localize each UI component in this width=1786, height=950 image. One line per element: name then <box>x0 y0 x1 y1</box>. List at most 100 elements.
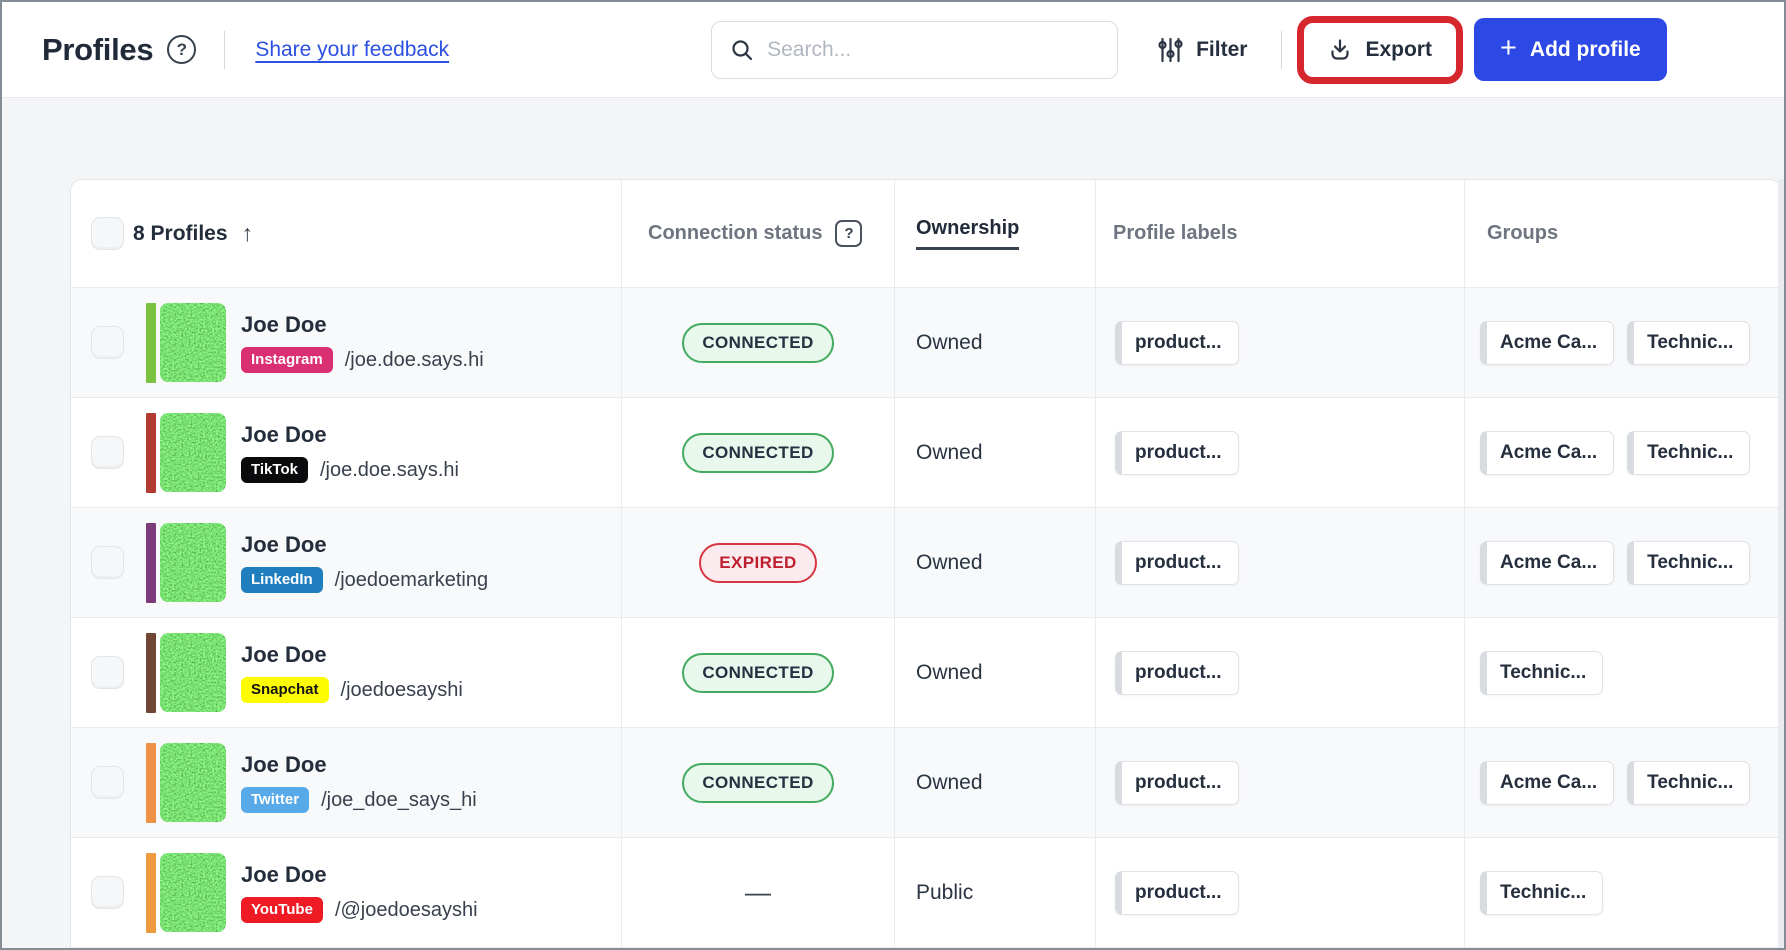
table-row: Joe Doe LinkedIn /joedoemarketing EXPIRE… <box>71 508 1781 618</box>
group-chip[interactable]: Acme Ca... <box>1480 321 1614 365</box>
screenshot-frame: Profiles ? Share your feedback Filter <box>0 0 1786 950</box>
help-icon[interactable]: ? <box>167 35 196 64</box>
groups-cell: Technic... <box>1465 838 1781 947</box>
connection-status-help-icon[interactable]: ? <box>835 220 862 247</box>
profile-avatar[interactable] <box>160 413 226 492</box>
group-chip[interactable]: Acme Ca... <box>1480 541 1614 585</box>
scrollbar-track[interactable] <box>1778 179 1784 950</box>
ownership-value: Owned <box>916 771 983 795</box>
ownership-value: Owned <box>916 551 983 575</box>
column-groups[interactable]: Groups <box>1487 222 1558 245</box>
profile-name[interactable]: Joe Doe <box>241 422 459 448</box>
profile-avatar[interactable] <box>160 743 226 822</box>
groups-cell: Acme Ca... Technic... <box>1465 508 1781 617</box>
table-row: Joe Doe Twitter /joe_doe_says_hi CONNECT… <box>71 728 1781 838</box>
column-profile-labels[interactable]: Profile labels <box>1113 222 1238 245</box>
profile-name[interactable]: Joe Doe <box>241 752 477 778</box>
groups-cell: Acme Ca... Technic... <box>1465 728 1781 837</box>
column-connection-status[interactable]: Connection status <box>648 222 822 245</box>
network-badge: Snapchat <box>241 677 329 704</box>
profile-color-bar <box>146 633 156 713</box>
group-chip[interactable]: Technic... <box>1627 431 1750 475</box>
labels-cell: product... <box>1096 838 1465 947</box>
search-icon <box>730 38 754 62</box>
profile-name[interactable]: Joe Doe <box>241 642 463 668</box>
download-icon <box>1328 38 1352 62</box>
column-ownership[interactable]: Ownership <box>916 217 1019 250</box>
page-header: Profiles ? Share your feedback Filter <box>2 2 1784 98</box>
export-button[interactable]: Export <box>1306 25 1454 75</box>
add-profile-button[interactable]: + Add profile <box>1474 18 1667 81</box>
search-input[interactable] <box>767 38 1099 62</box>
profile-handle: /joedoesayshi <box>341 679 463 702</box>
group-chip[interactable]: Technic... <box>1480 651 1603 695</box>
profile-label-chip[interactable]: product... <box>1115 761 1239 805</box>
ownership-value: Public <box>916 881 973 905</box>
content-area: 8 Profiles ↑ Connection status ? Ownersh… <box>2 98 1784 950</box>
profiles-table: 8 Profiles ↑ Connection status ? Ownersh… <box>70 179 1782 950</box>
profile-name[interactable]: Joe Doe <box>241 862 478 888</box>
sort-ascending-icon[interactable]: ↑ <box>242 220 254 247</box>
table-row: Joe Doe Instagram /joe.doe.says.hi CONNE… <box>71 288 1781 398</box>
network-badge: Instagram <box>241 347 333 374</box>
header-divider <box>1281 31 1282 69</box>
select-all-checkbox[interactable] <box>91 217 124 250</box>
connection-status-badge: EXPIRED <box>699 543 816 583</box>
group-chip[interactable]: Technic... <box>1627 321 1750 365</box>
share-feedback-link[interactable]: Share your feedback <box>255 38 449 62</box>
groups-cell: Technic... <box>1465 618 1781 727</box>
profiles-count[interactable]: 8 Profiles <box>133 222 228 246</box>
group-chip[interactable]: Technic... <box>1480 871 1603 915</box>
group-chip[interactable]: Acme Ca... <box>1480 431 1614 475</box>
connection-status-badge: CONNECTED <box>682 433 833 473</box>
row-checkbox[interactable] <box>91 876 124 909</box>
group-chip[interactable]: Technic... <box>1627 761 1750 805</box>
profile-label-chip[interactable]: product... <box>1115 651 1239 695</box>
table-body: Joe Doe Instagram /joe.doe.says.hi CONNE… <box>71 288 1781 948</box>
row-checkbox[interactable] <box>91 546 124 579</box>
filter-button[interactable]: Filter <box>1158 37 1247 63</box>
profile-label-chip[interactable]: product... <box>1115 321 1239 365</box>
profile-handle: /joedoemarketing <box>335 569 488 592</box>
connection-status-badge: CONNECTED <box>682 323 833 363</box>
row-checkbox[interactable] <box>91 656 124 689</box>
table-header-row: 8 Profiles ↑ Connection status ? Ownersh… <box>71 180 1781 288</box>
network-badge: Twitter <box>241 787 309 814</box>
profile-color-bar <box>146 523 156 603</box>
filter-icon <box>1158 37 1183 63</box>
profile-avatar[interactable] <box>160 523 226 602</box>
group-chip[interactable]: Acme Ca... <box>1480 761 1614 805</box>
profile-label-chip[interactable]: product... <box>1115 431 1239 475</box>
profile-name[interactable]: Joe Doe <box>241 532 488 558</box>
connection-status-badge: CONNECTED <box>682 653 833 693</box>
row-checkbox[interactable] <box>91 326 124 359</box>
plus-icon: + <box>1500 34 1517 63</box>
ownership-value: Owned <box>916 331 983 355</box>
profile-name[interactable]: Joe Doe <box>241 312 484 338</box>
table-row: Joe Doe Snapchat /joedoesayshi CONNECTED… <box>71 618 1781 728</box>
labels-cell: product... <box>1096 508 1465 617</box>
profile-handle: /joe_doe_says_hi <box>321 789 477 812</box>
row-checkbox[interactable] <box>91 766 124 799</box>
profile-handle: /joe.doe.says.hi <box>345 349 484 372</box>
profile-color-bar <box>146 853 156 933</box>
profile-avatar[interactable] <box>160 633 226 712</box>
profile-avatar[interactable] <box>160 853 226 932</box>
profile-handle: /@joedoesayshi <box>335 899 478 922</box>
profile-avatar[interactable] <box>160 303 226 382</box>
group-chip[interactable]: Technic... <box>1627 541 1750 585</box>
table-row: Joe Doe YouTube /@joedoesayshi — Public … <box>71 838 1781 948</box>
ownership-value: Owned <box>916 441 983 465</box>
search-box[interactable] <box>711 21 1118 79</box>
export-highlight-annotation: Export <box>1297 16 1463 84</box>
labels-cell: product... <box>1096 618 1465 727</box>
groups-cell: Acme Ca... Technic... <box>1465 288 1781 397</box>
row-checkbox[interactable] <box>91 436 124 469</box>
export-label: Export <box>1365 38 1432 62</box>
profile-label-chip[interactable]: product... <box>1115 871 1239 915</box>
profile-handle: /joe.doe.says.hi <box>320 459 459 482</box>
network-badge: YouTube <box>241 897 323 924</box>
add-profile-label: Add profile <box>1530 38 1641 62</box>
profile-label-chip[interactable]: product... <box>1115 541 1239 585</box>
labels-cell: product... <box>1096 288 1465 397</box>
